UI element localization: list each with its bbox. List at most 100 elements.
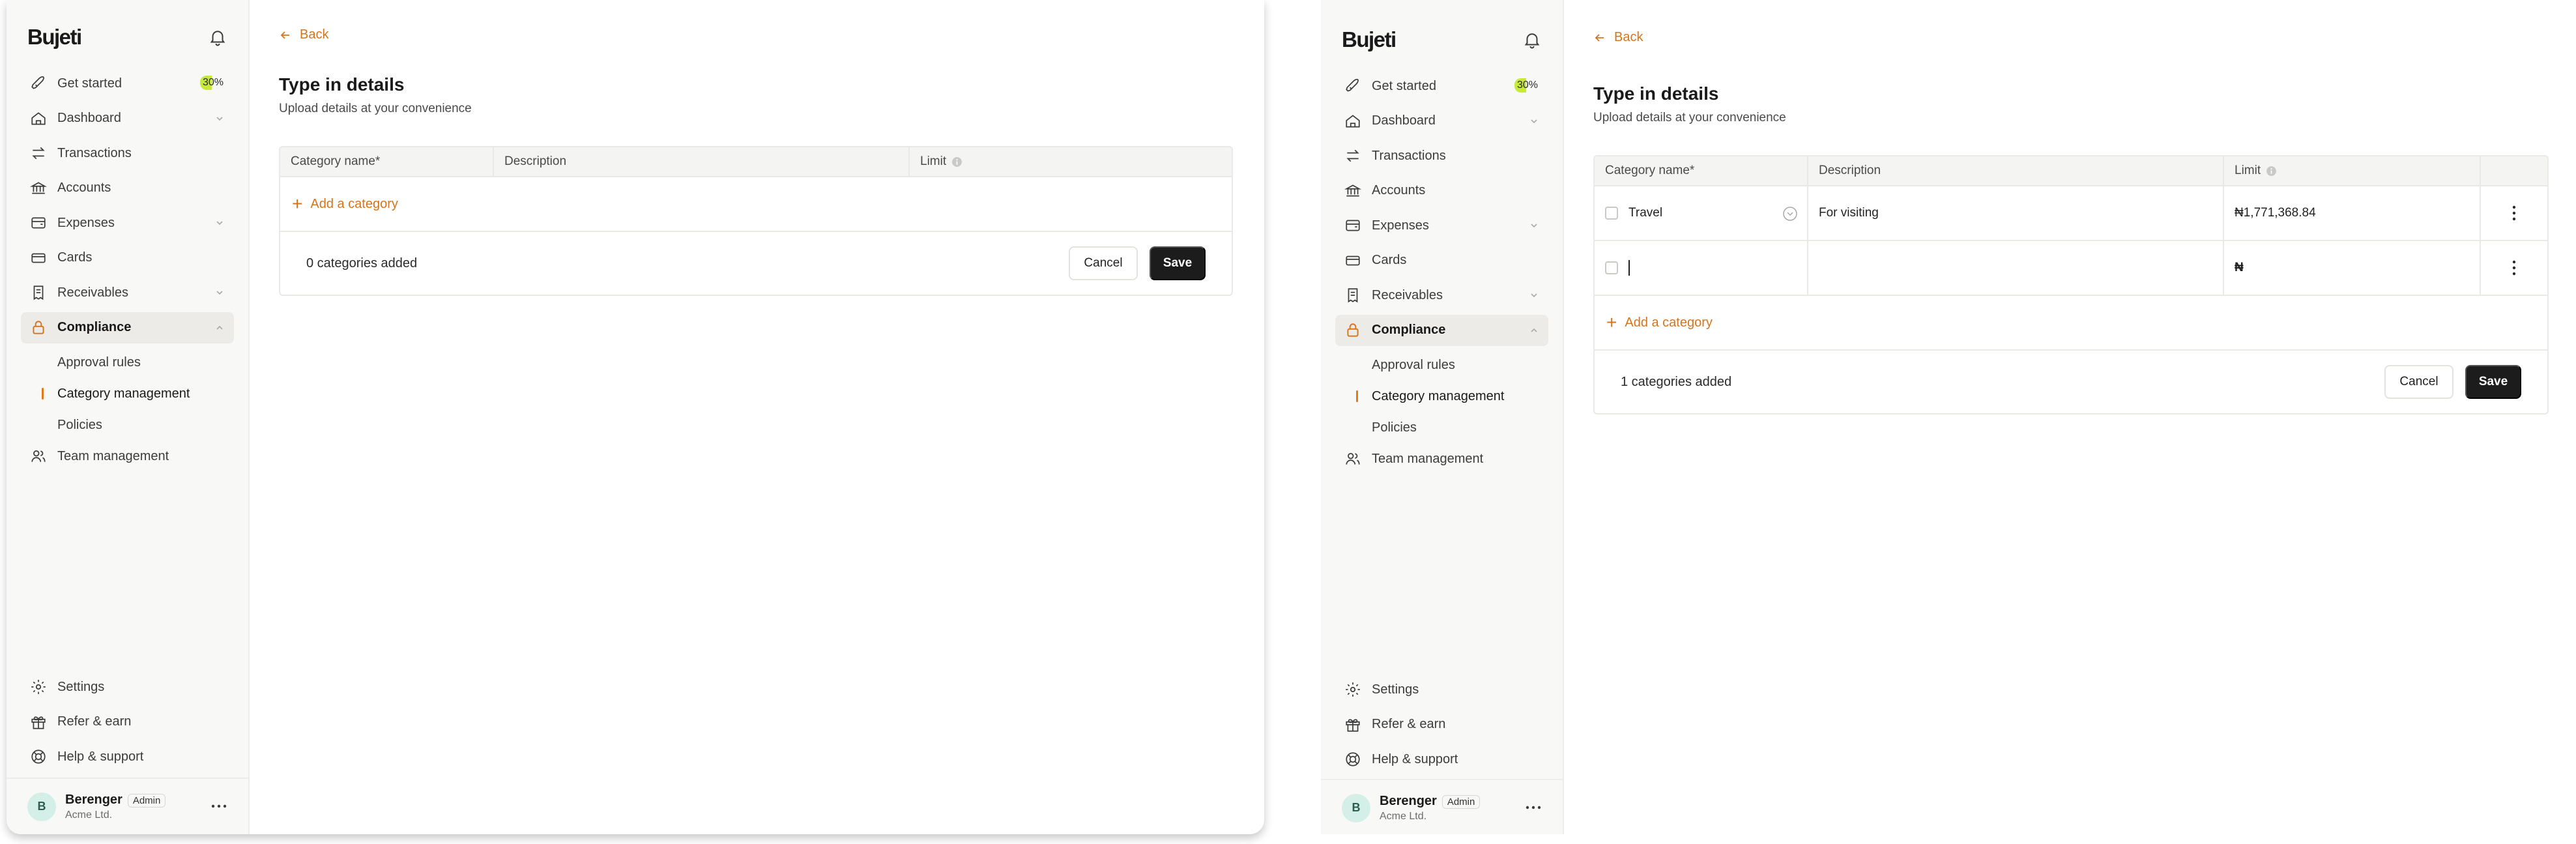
sidebar-item-refer[interactable]: Refer & earn [21,706,234,738]
column-header-label: Limit [2235,164,2261,177]
user-name: Berenger [1380,793,1437,808]
gift-icon [1346,718,1360,732]
info-icon[interactable] [2266,166,2277,177]
bell-icon[interactable] [1522,30,1542,50]
more-vertical-icon[interactable] [2512,259,2516,276]
bottom-nav: Settings Refer & earn Help & support [21,671,234,776]
bank-icon [30,181,47,194]
limit-value: ₦ [2235,261,2244,274]
user-profile[interactable]: B Berenger Admin Acme Ltd. [7,778,248,834]
category-name-cell[interactable] [1595,241,1808,295]
limit-cell[interactable]: ₦ [2224,241,2481,295]
description-cell[interactable] [1808,241,2224,295]
lock-icon [33,320,44,334]
sidebar-item-dashboard[interactable]: Dashboard [1335,106,1548,137]
sidebar-item-receivables[interactable]: Receivables [21,277,234,308]
description-cell[interactable]: For visiting [1808,186,2224,240]
back-link[interactable]: Back [1593,30,1643,45]
sidebar-item-refer[interactable]: Refer & earn [1335,709,1548,740]
home-icon [31,111,46,125]
sidebar-item-transactions[interactable]: Transactions [21,138,234,169]
more-horizontal-icon[interactable] [1525,801,1542,814]
sidebar-item-compliance[interactable]: Compliance [21,312,234,343]
row-actions[interactable] [2481,241,2547,295]
sidebar-item-accounts[interactable]: Accounts [1335,175,1548,207]
sidebar-item-compliance[interactable]: Compliance [1335,314,1548,346]
lifebuoy-icon [1346,752,1360,766]
add-category-label: Add a category [310,196,398,211]
sidebar-item-label: Category management [1372,388,1505,403]
add-category-button[interactable]: + Add a category [1595,296,2547,351]
sidebar-item-dashboard[interactable]: Dashboard [21,103,234,134]
save-button[interactable]: Save [2465,365,2521,399]
sidebar-item-settings[interactable]: Settings [1335,674,1548,705]
sidebar-item-label: Receivables [57,285,128,300]
receipt-icon [33,285,44,300]
arrows-swap-icon [1346,149,1359,162]
sidebar-item-label: Accounts [57,181,111,195]
category-name-cell[interactable]: Travel [1595,186,1808,240]
row-checkbox[interactable] [1605,207,1618,220]
arrow-left-icon [1595,33,1604,42]
user-profile[interactable]: B Berenger Admin Acme Ltd. [1321,779,1563,834]
more-vertical-icon[interactable] [2512,205,2516,222]
more-horizontal-icon[interactable] [210,800,227,813]
sidebar-item-label: Dashboard [1372,113,1436,128]
info-icon[interactable] [951,156,962,167]
add-category-button[interactable]: + Add a category [280,177,1232,232]
sidebar-item-cards[interactable]: Cards [21,242,234,274]
main-nav: Get started 30% Dashboard Transactions A… [21,68,234,476]
sidebar-item-transactions[interactable]: Transactions [1335,140,1548,171]
sidebar-item-team-management[interactable]: Team management [1335,443,1548,474]
avatar: B [27,792,56,821]
table-row: Travel For visiting ₦1,771,368.84 [1595,186,2547,241]
cancel-button[interactable]: Cancel [2384,365,2453,399]
sidebar-item-expenses[interactable]: Expenses [21,207,234,239]
users-icon [31,450,46,462]
sidebar-item-cards[interactable]: Cards [1335,245,1548,276]
sidebar-item-get-started[interactable]: Get started 30% [1335,70,1548,102]
main-content: Back Type in details Upload details at y… [250,0,1264,834]
company-name: Acme Ltd. [1380,810,1427,822]
sidebar-item-settings[interactable]: Settings [21,671,234,703]
screen-with-rows: Bujeti Get started 30% Dashboard Transac… [1321,0,2576,834]
limit-cell[interactable]: ₦1,771,368.84 [2224,186,2481,240]
chevron-down-icon [1531,119,1537,123]
sidebar: Bujeti Get started 30% Dashboard Transac… [7,0,250,834]
sidebar-item-help[interactable]: Help & support [1335,744,1548,775]
column-header: Limit [2224,156,2481,185]
bell-icon[interactable] [208,27,227,47]
sidebar-item-label: Transactions [57,145,132,160]
credit-card-icon [31,253,46,263]
sidebar-item-label: Compliance [57,320,132,334]
sidebar-subitem-category-management[interactable]: Category management [21,378,234,409]
sidebar-subitem-category-management[interactable]: Category management [1335,381,1548,412]
back-link[interactable]: Back [279,27,328,42]
save-button[interactable]: Save [1150,246,1206,280]
sidebar-item-team-management[interactable]: Team management [21,441,234,472]
sidebar-item-label: Get started [57,76,122,91]
sidebar-item-expenses[interactable]: Expenses [1335,210,1548,241]
sidebar-subitem-approval-rules[interactable]: Approval rules [21,347,234,378]
main-content: Back Type in details Upload details at y… [1564,0,2576,834]
plus-icon: + [292,194,303,214]
cancel-button[interactable]: Cancel [1069,246,1138,280]
sidebar-item-help[interactable]: Help & support [21,741,234,772]
company-name: Acme Ltd. [65,809,113,821]
column-header: Description [494,147,910,176]
table-footer: 0 categories added Cancel Save [280,232,1232,295]
row-actions[interactable] [2481,186,2547,240]
sidebar-item-receivables[interactable]: Receivables [1335,280,1548,311]
sidebar-item-label: Receivables [1372,287,1443,302]
sidebar-item-label: Approval rules [57,355,141,370]
sidebar-subitem-policies[interactable]: Policies [21,409,234,441]
sidebar-item-get-started[interactable]: Get started 30% [21,68,234,99]
chevron-up-icon [216,325,223,330]
row-checkbox[interactable] [1605,261,1618,274]
column-header: Category name* [1595,156,1808,185]
chevron-circle-down-icon[interactable] [1782,206,1798,222]
sidebar-subitem-approval-rules[interactable]: Approval rules [1335,349,1548,381]
sidebar-subitem-policies[interactable]: Policies [1335,412,1548,443]
sidebar-item-accounts[interactable]: Accounts [21,173,234,204]
lock-icon [1347,323,1359,337]
